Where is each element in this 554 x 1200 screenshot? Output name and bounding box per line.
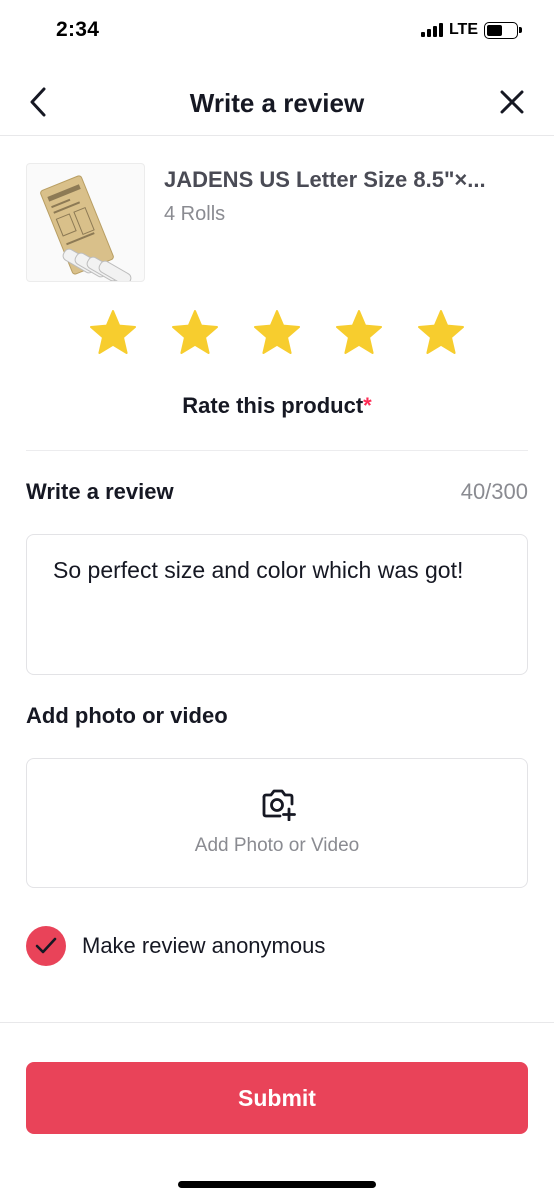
anonymous-label: Make review anonymous xyxy=(82,933,326,958)
star-icon-1[interactable] xyxy=(88,308,138,358)
product-name[interactable]: JADENS US Letter Size 8.5"×... xyxy=(164,167,528,193)
camera-plus-icon xyxy=(262,789,296,821)
star-rating xyxy=(0,308,554,358)
required-mark: * xyxy=(363,393,372,418)
submit-button[interactable]: Submit xyxy=(26,1062,528,1134)
character-counter: 40/300 xyxy=(460,479,528,504)
anonymous-checkbox[interactable] xyxy=(26,926,66,966)
close-icon xyxy=(500,90,524,114)
star-icon-4[interactable] xyxy=(334,308,384,358)
product-summary: JADENS US Letter Size 8.5"×... 4 Rolls xyxy=(26,163,528,283)
rate-label-text: Rate this product xyxy=(182,393,364,418)
page-title: Write a review xyxy=(189,88,365,118)
signal-icon xyxy=(420,23,443,37)
star-icon-5[interactable] xyxy=(416,308,466,358)
review-textarea[interactable]: So perfect size and color which was got! xyxy=(26,534,528,675)
status-time: 2:34 xyxy=(56,18,100,41)
battery-icon xyxy=(484,21,522,39)
network-type: LTE xyxy=(448,21,478,38)
add-photo-video-label: Add Photo or Video xyxy=(194,835,360,856)
add-photo-video-button[interactable]: Add Photo or Video xyxy=(26,758,528,888)
battery-level xyxy=(487,24,503,36)
star-icon-3[interactable] xyxy=(252,308,302,358)
media-label: Add photo or video xyxy=(26,703,228,728)
header: Write a review xyxy=(0,70,554,136)
rate-label: Rate this product* xyxy=(0,393,554,419)
close-button[interactable] xyxy=(494,84,530,120)
review-label: Write a review xyxy=(26,479,174,504)
checkmark-icon xyxy=(35,937,57,954)
star-icon-2[interactable] xyxy=(170,308,220,358)
home-indicator xyxy=(178,1181,376,1188)
status-indicators: LTE xyxy=(420,21,522,39)
product-image xyxy=(26,163,145,282)
status-bar: 2:34 LTE xyxy=(0,0,554,62)
anonymous-toggle[interactable]: Make review anonymous xyxy=(26,926,325,966)
divider xyxy=(0,1022,554,1023)
divider xyxy=(26,450,528,451)
product-variant: 4 Rolls xyxy=(164,203,226,225)
